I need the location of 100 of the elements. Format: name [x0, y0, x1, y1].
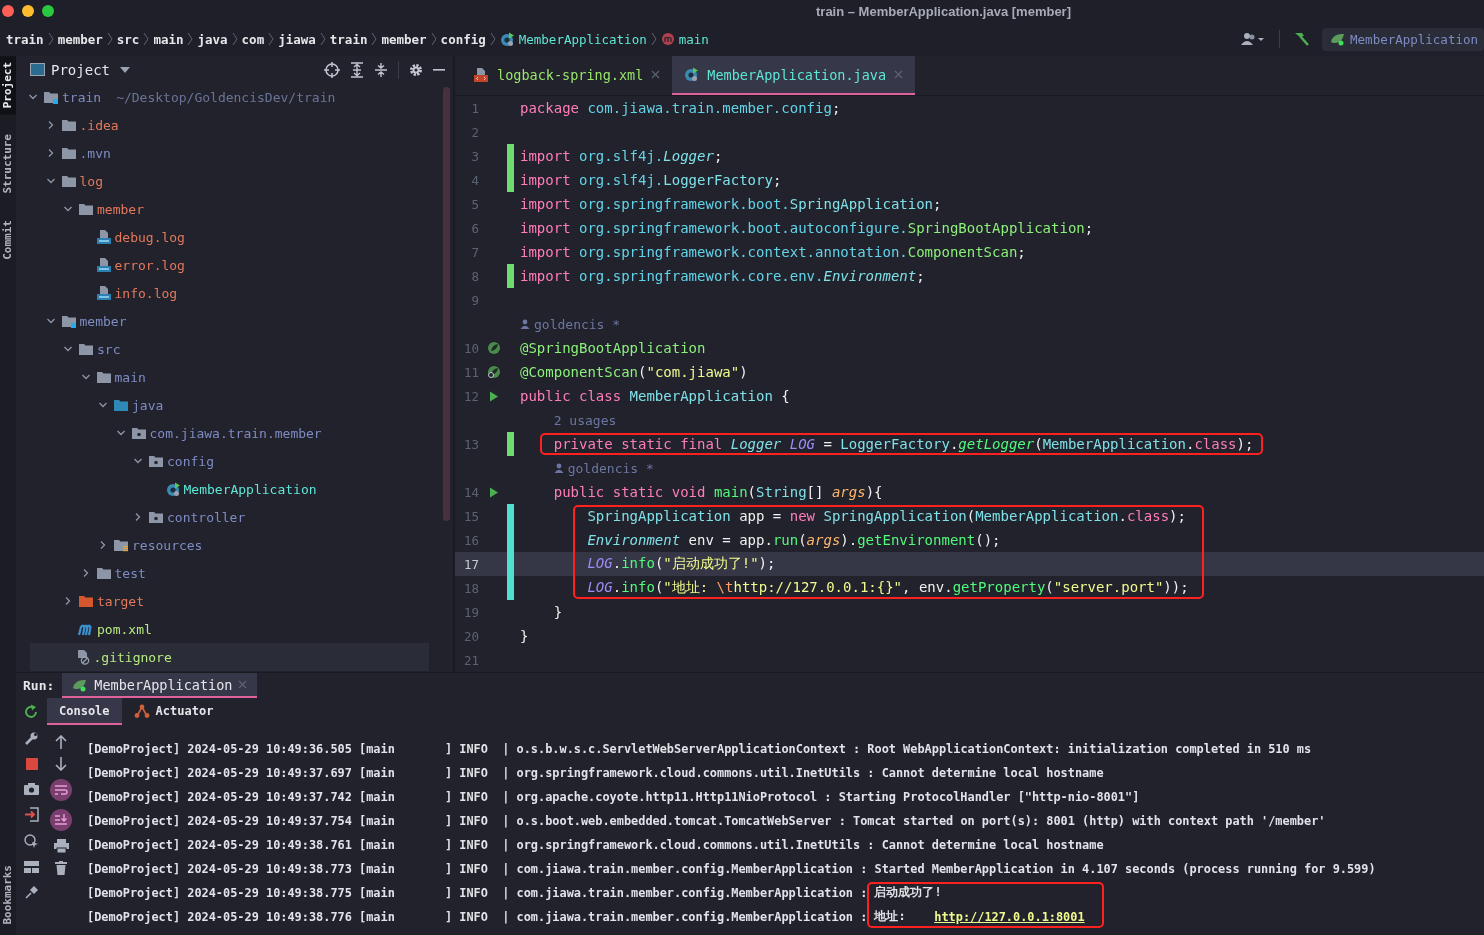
tree-item[interactable]: error.log: [16, 251, 429, 279]
expand-all-icon[interactable]: [350, 61, 364, 78]
chevron-down-icon[interactable]: [45, 316, 56, 326]
url-link[interactable]: http://127.0.0.1:8001: [934, 910, 1085, 924]
zoom-window-button[interactable]: [42, 5, 54, 17]
tree-item[interactable]: info.log: [16, 279, 429, 307]
tool-window-tab[interactable]: Bookmarks: [0, 859, 15, 931]
tool-window-tab[interactable]: Project: [0, 56, 16, 115]
chevron-down-icon[interactable]: [63, 204, 73, 214]
breadcrumb-item[interactable]: member: [57, 31, 103, 47]
camera-icon[interactable]: [24, 782, 39, 795]
chevron-down-icon[interactable]: [45, 176, 56, 186]
tree-item[interactable]: pom.xml: [16, 615, 429, 643]
tree-item[interactable]: log: [16, 167, 429, 195]
tree-item[interactable]: main: [16, 363, 429, 391]
chevron-down-icon[interactable]: [63, 344, 73, 354]
bean-search-icon[interactable]: [487, 365, 501, 379]
breadcrumb-item[interactable]: member: [381, 31, 427, 47]
panel-title[interactable]: Project: [51, 61, 110, 78]
tool-window-tab[interactable]: Commit: [0, 213, 16, 266]
folder-icon: [148, 510, 164, 524]
scroll-to-end-icon[interactable]: [50, 809, 72, 831]
tree-item[interactable]: target: [16, 587, 429, 615]
breadcrumb-item[interactable]: config: [440, 31, 486, 47]
tree-item[interactable]: src: [16, 335, 429, 363]
editor-tab[interactable]: logback-spring.xml: [461, 56, 673, 95]
class-icon: [499, 31, 515, 47]
debug-pointer-icon[interactable]: [24, 834, 39, 849]
chevron-down-icon[interactable]: [98, 400, 108, 410]
rerun-icon[interactable]: [24, 704, 39, 719]
arrow-down-icon[interactable]: [55, 757, 67, 771]
printer-icon[interactable]: [53, 839, 69, 853]
tree-item[interactable]: train ~/Desktop/GoldencisDev/train: [16, 83, 429, 111]
tree-item[interactable]: .idea: [16, 111, 429, 139]
console-tab[interactable]: Console: [47, 698, 122, 725]
tool-window-tab[interactable]: Structure: [0, 128, 16, 200]
tree-item[interactable]: member: [16, 307, 429, 335]
log-line: [DemoProject] 2024-05-29 10:49:38.761 [main ] INFO | org.springframework.cloud.commons.util.InetUtils :: [87, 838, 876, 852]
log-file-icon: [95, 285, 112, 301]
pin-icon[interactable]: [24, 885, 39, 899]
console-tab[interactable]: Actuator: [121, 698, 226, 725]
breadcrumb-item[interactable]: train: [329, 31, 368, 47]
wrench-icon[interactable]: [24, 731, 39, 746]
soft-wrap-icon[interactable]: [50, 779, 72, 801]
exit-icon[interactable]: [24, 807, 39, 822]
breadcrumb-item[interactable]: src: [116, 31, 140, 47]
chevron-right-icon[interactable]: [98, 540, 108, 550]
chevron-down-icon[interactable]: [115, 428, 126, 438]
chevron-icon: [430, 32, 437, 46]
tree-item[interactable]: java: [16, 391, 429, 419]
chevron-down-icon[interactable]: [80, 372, 91, 382]
close-icon[interactable]: [651, 70, 661, 79]
locate-icon[interactable]: [324, 61, 340, 78]
chevron-right-icon[interactable]: [133, 512, 143, 522]
breadcrumb-item[interactable]: MemberApplication: [518, 31, 647, 47]
run-configuration-dropdown[interactable]: MemberApplication: [1322, 27, 1484, 51]
tree-item[interactable]: MemberApplication: [16, 475, 429, 503]
chevron-down-icon[interactable]: [28, 92, 38, 102]
trash-icon[interactable]: [55, 861, 67, 875]
tree-item[interactable]: debug.log: [16, 223, 429, 251]
tree-item[interactable]: resources: [16, 531, 429, 559]
tree-item[interactable]: controller: [16, 503, 429, 531]
usages-hint[interactable]: 2 usages: [553, 412, 617, 428]
tree-item-label: member: [97, 201, 144, 217]
collapse-all-icon[interactable]: [374, 61, 388, 78]
line-number: 9: [470, 292, 479, 308]
close-window-button[interactable]: [2, 5, 14, 17]
breadcrumb-item[interactable]: main: [153, 31, 184, 47]
breadcrumb-item[interactable]: java: [197, 31, 228, 47]
breadcrumb-item[interactable]: main: [678, 31, 709, 47]
bean-icon[interactable]: [487, 341, 501, 355]
chevron-down-icon[interactable]: [133, 456, 143, 466]
caret-icon[interactable]: [120, 66, 130, 73]
code-line: SpringApplication app = new SpringApplication(MemberApplication.class);: [586, 508, 1186, 524]
log-message: Tomcat started on port(s): 8001 (http) with context path '/member': [853, 814, 1326, 828]
folder-icon: [78, 342, 94, 356]
tree-item-label: info.log: [114, 285, 178, 301]
author-hint[interactable]: goldencis *: [567, 460, 654, 476]
breadcrumb-item[interactable]: com: [241, 31, 265, 47]
chevron-right-icon[interactable]: [63, 596, 73, 606]
tree-item[interactable]: config: [16, 447, 429, 475]
tree-item[interactable]: test: [16, 559, 429, 587]
breadcrumb-item[interactable]: jiawa: [278, 31, 316, 47]
settings-icon[interactable]: [409, 62, 423, 77]
run-icon[interactable]: [489, 390, 499, 402]
breadcrumb-item[interactable]: train: [6, 31, 44, 47]
editor-tab[interactable]: MemberApplication.java: [672, 56, 916, 95]
stop-icon[interactable]: [25, 758, 38, 770]
tree-item[interactable]: member: [16, 195, 429, 223]
code-line: }: [520, 628, 529, 644]
run-tab[interactable]: MemberApplication: [62, 673, 258, 698]
scrollbar[interactable]: [443, 87, 450, 521]
layout-icon[interactable]: [24, 861, 39, 873]
tree-item[interactable]: .gitignore: [30, 643, 429, 671]
run-icon[interactable]: [489, 486, 499, 498]
arrow-up-icon[interactable]: [55, 735, 67, 749]
tree-item[interactable]: com.jiawa.train.member: [16, 419, 429, 447]
minimize-window-button[interactable]: [22, 5, 34, 17]
author-hint[interactable]: goldencis *: [534, 316, 621, 332]
tree-item[interactable]: .mvn: [16, 139, 429, 167]
